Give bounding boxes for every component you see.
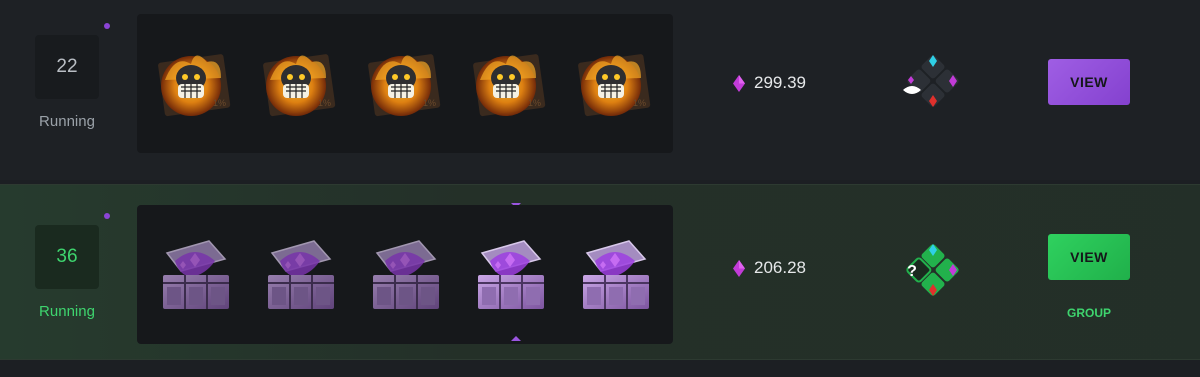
battle-price: 299.39 bbox=[733, 73, 806, 93]
status-dot bbox=[104, 23, 110, 29]
game-mode-diamonds-icon: ? bbox=[906, 244, 959, 296]
round-number: 22 bbox=[35, 35, 99, 99]
flaming-skull-case-icon bbox=[466, 40, 554, 128]
status-dot bbox=[104, 213, 110, 219]
status-label: Running bbox=[39, 113, 95, 130]
active-case-marker-bottom bbox=[511, 336, 521, 341]
flaming-skull-case-icon bbox=[256, 40, 344, 128]
group-label: GROUP bbox=[1066, 306, 1111, 320]
flaming-skull-case-icon bbox=[151, 40, 239, 128]
battle-row-1: 22 Running 299.39 VIEW bbox=[0, 0, 1200, 180]
gem-icon bbox=[733, 74, 745, 92]
cases-strip[interactable] bbox=[137, 14, 673, 153]
svg-text:?: ? bbox=[907, 263, 917, 280]
status-label: Running bbox=[39, 303, 95, 320]
price-value: 206.28 bbox=[754, 258, 806, 277]
battle-row-2: 36 Running 206.28 ? VIEW GROUP bbox=[0, 184, 1200, 360]
view-button[interactable]: VIEW bbox=[1048, 59, 1130, 105]
purple-crate-case-icon bbox=[151, 231, 239, 319]
cases-strip[interactable] bbox=[137, 205, 673, 344]
purple-crate-case-icon bbox=[256, 231, 344, 319]
game-mode-diamonds-icon bbox=[903, 55, 959, 107]
battle-price: 206.28 bbox=[733, 258, 806, 278]
purple-crate-case-icon bbox=[466, 231, 554, 319]
view-group-button[interactable]: VIEW bbox=[1048, 234, 1130, 280]
purple-crate-case-icon bbox=[361, 231, 449, 319]
gem-icon bbox=[733, 259, 745, 277]
flaming-skull-case-icon bbox=[571, 40, 659, 128]
price-value: 299.39 bbox=[754, 73, 806, 92]
flaming-skull-case-icon bbox=[361, 40, 449, 128]
purple-crate-case-icon bbox=[571, 231, 659, 319]
round-number: 36 bbox=[35, 225, 99, 289]
